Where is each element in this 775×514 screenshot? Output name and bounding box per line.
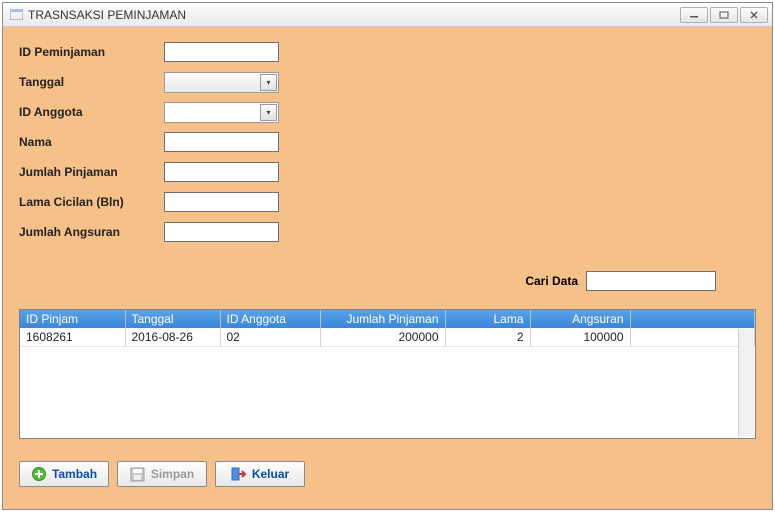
minimize-button[interactable]	[680, 7, 708, 23]
label-id-anggota: ID Anggota	[19, 105, 164, 119]
tambah-button[interactable]: Tambah	[19, 461, 109, 487]
nama-input[interactable]	[164, 132, 279, 152]
id-anggota-combo[interactable]: ▾	[164, 102, 279, 123]
lama-cicilan-input[interactable]	[164, 192, 279, 212]
grid-scrollbar[interactable]	[738, 329, 754, 437]
grid-header-row: ID Pinjam Tanggal ID Anggota Jumlah Pinj…	[20, 310, 755, 328]
jumlah-angsuran-input[interactable]	[164, 222, 279, 242]
chevron-down-icon: ▾	[260, 74, 277, 91]
label-jumlah-pinjaman: Jumlah Pinjaman	[19, 165, 164, 179]
plus-circle-icon	[31, 466, 47, 482]
tanggal-datepicker[interactable]: ▾	[164, 72, 279, 93]
id-peminjaman-input[interactable]	[164, 42, 279, 62]
col-angsuran[interactable]: Angsuran	[530, 310, 630, 328]
save-icon	[130, 466, 146, 482]
chevron-down-icon: ▾	[260, 104, 277, 121]
window-buttons	[680, 7, 768, 23]
tambah-label: Tambah	[52, 467, 97, 481]
window-title: TRASNSAKSI PEMINJAMAN	[28, 8, 680, 22]
col-tanggal[interactable]: Tanggal	[125, 310, 220, 328]
exit-icon	[231, 466, 247, 482]
app-icon	[9, 8, 23, 22]
maximize-button[interactable]	[710, 7, 738, 23]
cell-blank	[630, 328, 755, 347]
label-jumlah-angsuran: Jumlah Angsuran	[19, 225, 164, 239]
cell-lama: 2	[445, 328, 530, 347]
button-bar: Tambah Simpan Keluar	[19, 461, 305, 487]
cell-angsuran: 100000	[530, 328, 630, 347]
table-row[interactable]: 16082612016-08-26022000002100000	[20, 328, 755, 347]
cell-id_pinjam: 1608261	[20, 328, 125, 347]
label-cari-data: Cari Data	[525, 274, 578, 288]
col-jumlah-pinjaman[interactable]: Jumlah Pinjaman	[320, 310, 445, 328]
keluar-label: Keluar	[252, 467, 289, 481]
label-tanggal: Tanggal	[19, 75, 164, 89]
cell-jumlah_pinjaman: 200000	[320, 328, 445, 347]
label-lama-cicilan: Lama Cicilan (Bln)	[19, 195, 164, 209]
window: TRASNSAKSI PEMINJAMAN ID Peminjaman Tang…	[2, 2, 773, 510]
label-id-peminjaman: ID Peminjaman	[19, 45, 164, 59]
cari-data-input[interactable]	[586, 271, 716, 291]
simpan-button[interactable]: Simpan	[117, 461, 207, 487]
titlebar: TRASNSAKSI PEMINJAMAN	[3, 3, 772, 27]
col-id-anggota[interactable]: ID Anggota	[220, 310, 320, 328]
label-nama: Nama	[19, 135, 164, 149]
data-grid[interactable]: ID Pinjam Tanggal ID Anggota Jumlah Pinj…	[19, 309, 756, 439]
col-lama[interactable]: Lama	[445, 310, 530, 328]
simpan-label: Simpan	[151, 467, 194, 481]
client-area: ID Peminjaman Tanggal ▾ ID Anggota ▾ Nam…	[3, 27, 772, 509]
cell-tanggal: 2016-08-26	[125, 328, 220, 347]
jumlah-pinjaman-input[interactable]	[164, 162, 279, 182]
col-blank	[630, 310, 755, 328]
keluar-button[interactable]: Keluar	[215, 461, 305, 487]
close-button[interactable]	[740, 7, 768, 23]
cell-id_anggota: 02	[220, 328, 320, 347]
col-id-pinjam[interactable]: ID Pinjam	[20, 310, 125, 328]
